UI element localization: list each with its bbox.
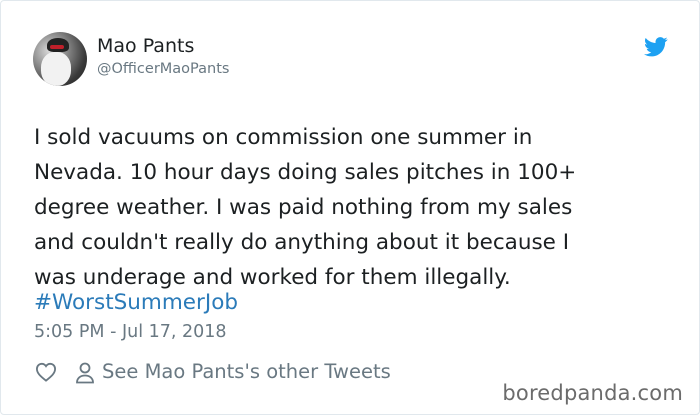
tweet-card: Mao Pants @OfficerMaoPants I sold vacuum… <box>0 0 700 415</box>
hashtag-link[interactable]: #WorstSummerJob <box>34 285 238 320</box>
avatar[interactable] <box>33 32 87 86</box>
tweet-timestamp[interactable]: 5:05 PM - Jul 17, 2018 <box>34 322 227 342</box>
author-name[interactable]: Mao Pants <box>97 35 194 57</box>
person-icon[interactable] <box>75 362 95 384</box>
heart-icon[interactable] <box>35 362 57 382</box>
watermark: boredpanda.com <box>502 381 683 405</box>
see-other-tweets-link[interactable]: See Mao Pants's other Tweets <box>102 360 391 383</box>
author-handle[interactable]: @OfficerMaoPants <box>97 61 229 77</box>
avatar-face <box>41 52 71 86</box>
tweet-text: I sold vacuums on commission one summer … <box>34 125 577 290</box>
avatar-hat-band <box>50 45 64 49</box>
twitter-bird-icon[interactable] <box>644 37 668 57</box>
